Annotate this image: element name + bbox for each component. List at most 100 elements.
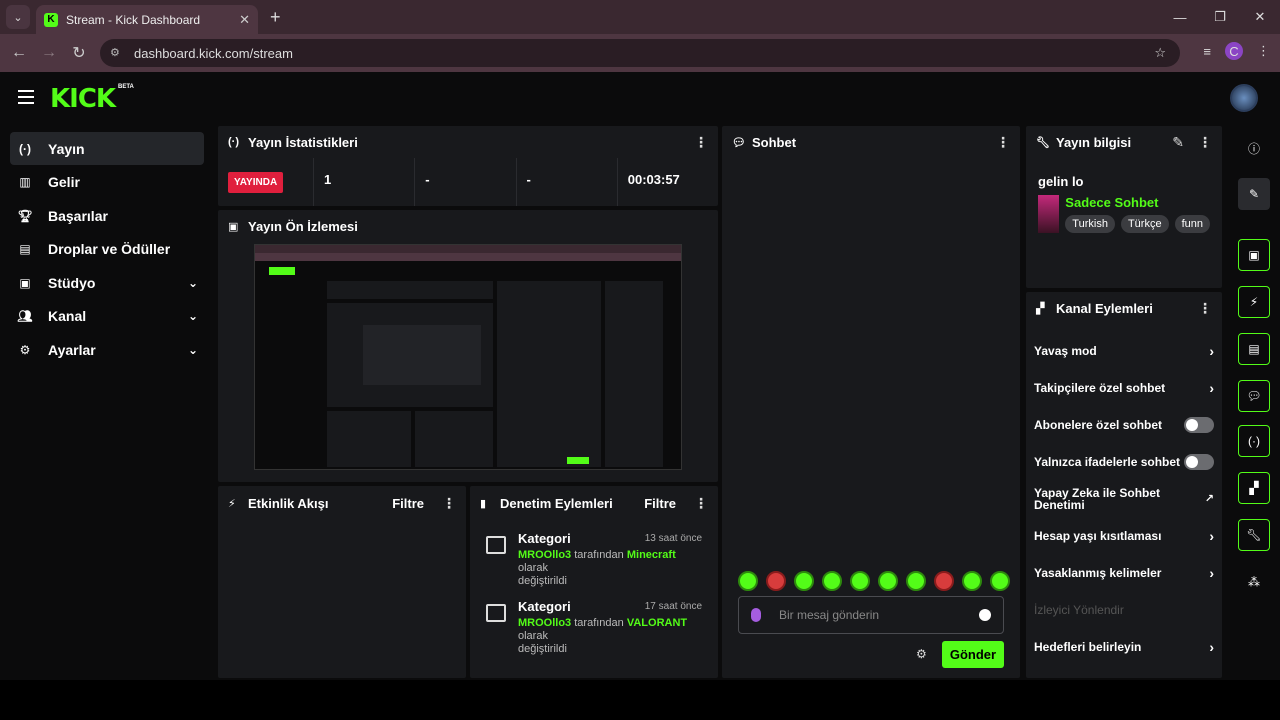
item-text: olarak [518,630,548,642]
sidebar-item-droplar[interactable]: ▤ Droplar ve Ödüller [10,233,204,266]
trophy-icon: 🏆︎ [17,208,33,223]
kick-logo[interactable]: KICK [50,84,116,114]
url-field[interactable]: ⚙ dashboard.kick.com/stream ☆ [100,39,1180,67]
username[interactable]: MROOllo3 [518,617,571,629]
url-text: dashboard.kick.com/stream [134,45,293,61]
item-title: Kategori [518,599,571,614]
sidebar-item-ayarlar[interactable]: ⚙ Ayarlar ⌄ [10,333,204,366]
emote-icon[interactable] [794,571,814,591]
stream-stats-panel: (·) Yayın İstatistikleri ⋮ YAYINDA 1 - -… [218,126,718,206]
external-link-icon: ↗ [1204,492,1214,505]
more-options-icon[interactable]: ⋮ [442,495,456,512]
microphone-icon[interactable] [751,608,761,622]
more-options-icon[interactable]: ⋮ [694,134,708,151]
action-ai-moderation[interactable]: Yapay Zeka ile Sohbet Denetimi ↗ [1026,480,1222,517]
emote-icon[interactable] [850,571,870,591]
action-label: Takipçilere özel sohbet [1034,380,1166,395]
menu-hamburger-icon[interactable] [18,90,34,104]
tag-pill: Turkish [1065,215,1115,233]
document-icon[interactable]: ▤ [1238,333,1270,365]
more-options-icon[interactable]: ⋮ [996,134,1010,151]
site-info-icon[interactable]: ⚙ [110,46,124,60]
emote-icon[interactable] [822,571,842,591]
panel-title: Denetim Eylemleri [500,495,613,511]
action-set-goals[interactable]: Hedefleri belirleyin › [1026,628,1222,665]
profile-avatar[interactable]: C [1225,42,1243,60]
category-name[interactable]: Sadece Sohbet [1065,195,1210,210]
more-options-icon[interactable]: ⋮ [1198,134,1212,151]
browser-tab[interactable]: K Stream - Kick Dashboard ✕ [36,5,258,34]
more-options-icon[interactable]: ⋮ [1198,300,1212,317]
users-icon: 👥︎ [17,309,33,323]
sidebar-item-studyo[interactable]: ▣ Stüdyo ⌄ [10,266,204,299]
user-avatar[interactable] [1230,84,1258,112]
chat-panel: 💬︎ Sohbet ⋮ Bir mesaj gönderin ⚙ Gönder [722,126,1020,678]
edit-pencil-icon[interactable]: ✎ [1172,134,1184,151]
gear-icon: ⚙ [19,342,31,357]
action-account-age[interactable]: Hesap yaşı kısıtlaması › [1026,517,1222,554]
stream-preview-video[interactable] [254,244,682,470]
sidebar-item-label: Ayarlar [48,341,96,358]
emoji-icon[interactable] [979,609,991,621]
chat-message-input[interactable]: Bir mesaj gönderin [738,596,1004,634]
dashboard-topbar: KICK BETA [0,72,1280,126]
emote-icon[interactable] [990,571,1010,591]
preview-icon[interactable]: ▣ [1238,239,1270,271]
emote-icon[interactable] [878,571,898,591]
minimize-button[interactable]: — [1160,0,1200,34]
moderation-actions-panel: ▮ Denetim Eylemleri Filtre ⋮ Kategori 13 … [470,486,718,678]
new-tab-button[interactable]: + [270,7,281,28]
close-tab-icon[interactable]: ✕ [239,12,250,28]
subscriber-count: - [517,158,618,206]
sidebar-item-kanal[interactable]: 👥︎ Kanal ⌄ [10,300,204,333]
add-widget-icon[interactable]: ⁂ [1238,566,1270,598]
emote-icon[interactable] [738,571,758,591]
channel-icon[interactable]: ▞ [1238,472,1270,504]
sidebar-item-yayin[interactable]: (·) Yayın [10,132,204,165]
panel-title: Etkinlik Akışı [248,495,329,511]
emote-icon[interactable] [766,571,786,591]
chat-bubble-icon[interactable]: 💬︎ [1238,380,1270,412]
preview-icon: ▣ [228,220,239,233]
broadcast-icon[interactable]: (·) [1238,425,1270,457]
edit-pencil-icon[interactable]: ✎ [1238,178,1270,210]
chevron-down-icon: ⌄ [187,309,198,323]
sidebar-item-label: Yayın [48,140,85,157]
browser-tab-strip: ⌄ K Stream - Kick Dashboard ✕ + — ❐ ✕ [0,0,1280,34]
forward-button[interactable]: → [34,44,64,62]
tab-search-button[interactable]: ⌄ [6,5,30,29]
action-followers-only[interactable]: Takipçilere özel sohbet › [1026,369,1222,406]
emote-icon[interactable] [906,571,926,591]
action-banned-words[interactable]: Yasaklanmış kelimeler › [1026,554,1222,591]
wrench-icon[interactable]: 🔧︎ [1238,519,1270,551]
chat-settings-gear-icon[interactable]: ⚙ [916,647,927,661]
stream-uptime: 00:03:57 [627,172,680,187]
media-control-icon[interactable]: ≡ [1203,44,1211,59]
sidebar-item-basarilar[interactable]: 🏆︎ Başarılar [10,199,204,232]
send-button[interactable]: Gönder [942,641,1004,668]
maximize-button[interactable]: ❐ [1200,0,1240,34]
category-icon [486,604,506,622]
filter-button[interactable]: Filtre [644,496,676,511]
reload-button[interactable]: ↻ [64,43,94,63]
more-options-icon[interactable]: ⋮ [694,495,708,512]
sidebar-item-gelir[interactable]: ▥ Gelir [10,166,204,199]
emote-icon[interactable] [962,571,982,591]
action-slow-mode[interactable]: Yavaş mod › [1026,332,1222,369]
lightning-icon[interactable]: ⚡︎ [1238,286,1270,318]
browser-menu-icon[interactable]: ⋮ [1257,43,1270,59]
bookmark-star-icon[interactable]: ☆ [1154,45,1166,61]
filter-button[interactable]: Filtre [392,496,424,511]
info-icon[interactable]: ⓘ [1238,132,1270,164]
emotes-only-toggle[interactable] [1184,453,1214,470]
action-label: İzleyici Yönlendir [1034,602,1124,617]
right-toolbar: ⓘ ✎ ▣ ⚡︎ ▤ 💬︎ (·) ▞ 🔧︎ ⁂ [1228,126,1280,680]
action-label: Yavaş mod [1034,343,1097,358]
username[interactable]: MROOllo3 [518,549,571,561]
emote-icon[interactable] [934,571,954,591]
follower-count: - [415,158,517,206]
item-text: değiştirildi [518,575,567,587]
subscribers-only-toggle[interactable] [1184,416,1214,433]
close-window-button[interactable]: ✕ [1240,0,1280,34]
back-button[interactable]: ← [4,44,34,62]
